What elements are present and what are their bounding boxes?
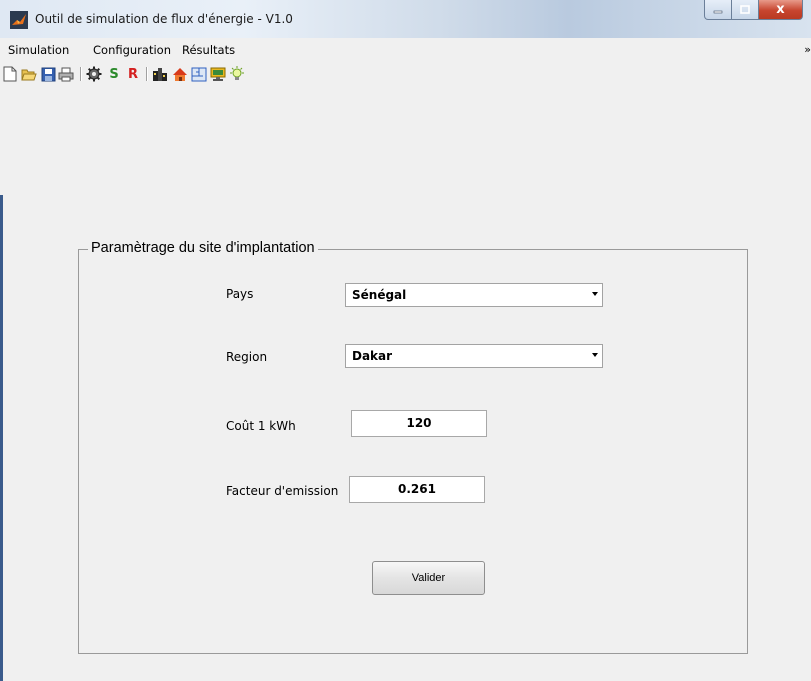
toolbar: S R	[0, 62, 811, 86]
menu-bar: Simulation Configuration Résultats »	[0, 40, 811, 60]
open-folder-icon[interactable]	[21, 66, 37, 82]
building-icon[interactable]	[152, 66, 168, 82]
floorplan-icon[interactable]	[191, 66, 207, 82]
pays-value: Sénégal	[352, 288, 407, 302]
valider-button[interactable]: Valider	[372, 561, 485, 595]
house-icon[interactable]	[172, 66, 188, 82]
facteur-field[interactable]: 0.261	[349, 476, 485, 503]
menu-configuration[interactable]: Configuration	[93, 43, 171, 57]
menu-overflow-icon[interactable]: »	[804, 43, 811, 56]
maximize-button[interactable]	[732, 0, 759, 20]
matlab-logo-icon	[10, 11, 28, 29]
r-icon[interactable]: R	[125, 66, 141, 82]
monitor-icon[interactable]	[210, 66, 226, 82]
lightbulb-icon[interactable]	[229, 66, 245, 82]
region-select[interactable]: Dakar	[345, 344, 603, 368]
region-value: Dakar	[352, 349, 393, 363]
cout-label: Coût 1 kWh	[226, 419, 296, 433]
save-icon[interactable]	[40, 66, 56, 82]
cout-field[interactable]: 120	[351, 410, 487, 437]
pays-select[interactable]: Sénégal	[345, 283, 603, 307]
window-left-edge	[0, 195, 3, 681]
minimize-button[interactable]	[704, 0, 732, 20]
chevron-down-icon	[592, 292, 598, 296]
menu-simulation[interactable]: Simulation	[8, 43, 69, 57]
print-icon[interactable]	[58, 66, 74, 82]
pays-label: Pays	[226, 287, 254, 301]
menu-resultats[interactable]: Résultats	[182, 43, 235, 57]
panel-title: Paramètrage du site d'implantation	[88, 240, 318, 256]
region-label: Region	[226, 350, 268, 364]
title-bar: Outil de simulation de flux d'énergie - …	[0, 0, 811, 38]
new-file-icon[interactable]	[2, 66, 18, 82]
close-button[interactable]: x	[759, 0, 803, 20]
chevron-down-icon	[592, 353, 598, 357]
s-icon[interactable]: S	[106, 66, 122, 82]
window-title: Outil de simulation de flux d'énergie - …	[35, 12, 293, 26]
close-icon: x	[776, 2, 785, 17]
facteur-label: Facteur d'emission	[226, 484, 339, 498]
gear-icon[interactable]	[86, 66, 102, 82]
